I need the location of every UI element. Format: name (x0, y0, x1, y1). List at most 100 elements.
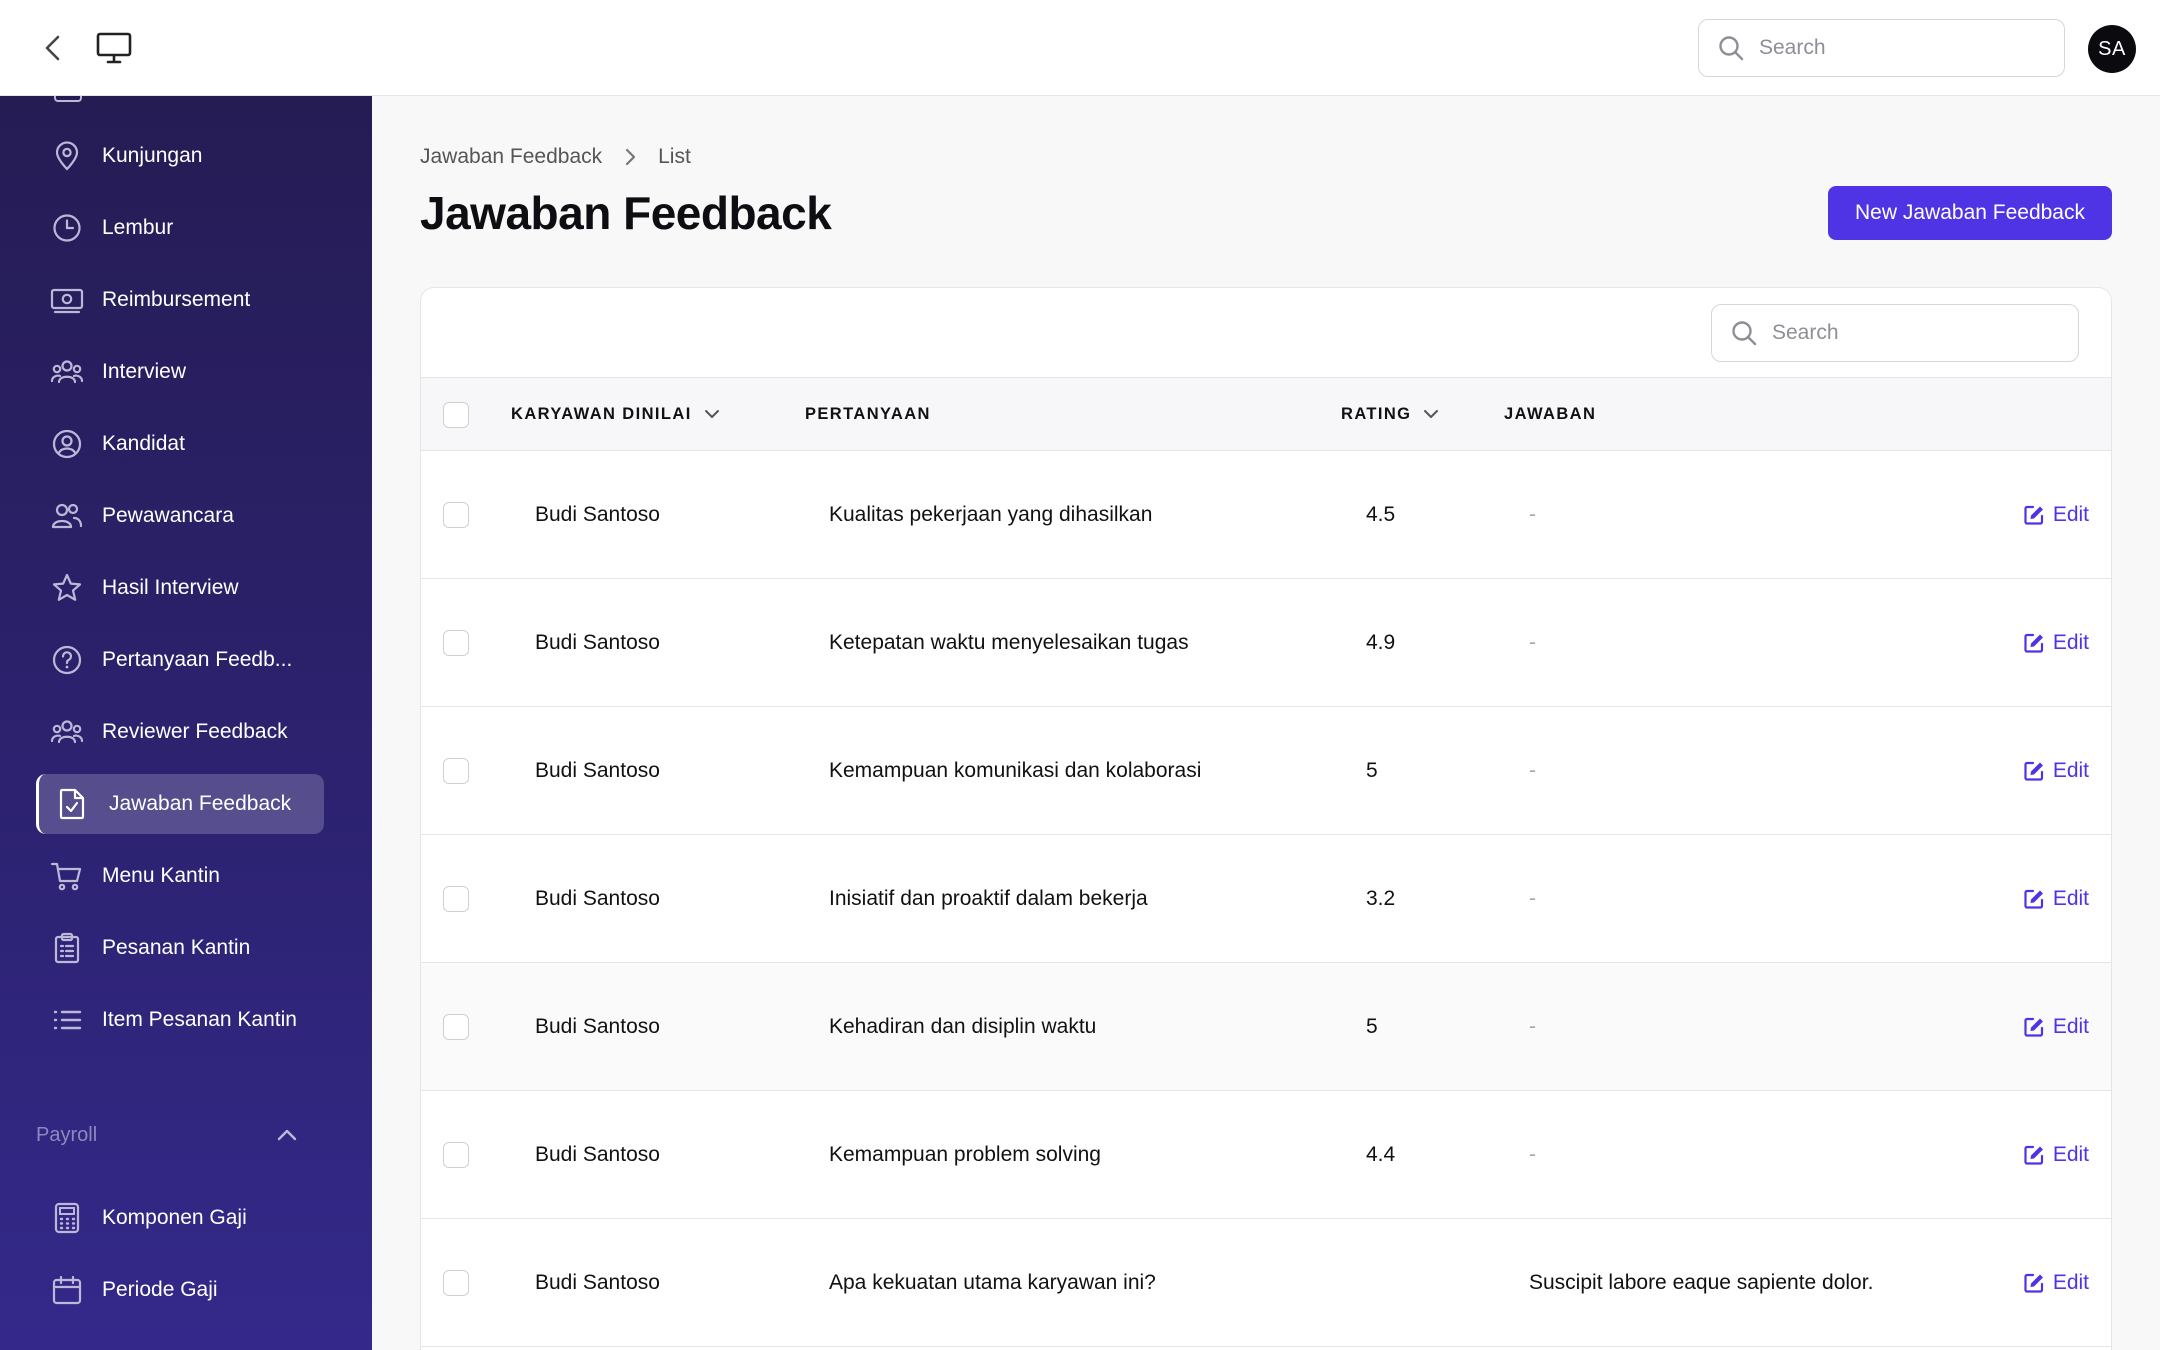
breadcrumb-parent-link[interactable]: Jawaban Feedback (420, 145, 602, 169)
sidebar-item-label: Kunjungan (102, 144, 203, 167)
pencil-square-icon (2023, 1016, 2045, 1038)
row-checkbox[interactable] (443, 502, 469, 528)
avatar[interactable]: SA (2088, 25, 2136, 73)
cell-jawaban: - (1529, 1014, 1536, 1038)
sidebar-item-reviewer-feedback[interactable]: Reviewer Feedback (36, 702, 324, 762)
column-header-jawaban: JAWABAN (1504, 378, 1596, 450)
row-checkbox[interactable] (443, 1014, 469, 1040)
cell-pertanyaan: Kemampuan komunikasi dan kolaborasi (829, 758, 1202, 782)
breadcrumb: Jawaban Feedback List (420, 145, 691, 169)
chevron-down-icon (704, 409, 720, 419)
cell-pertanyaan: Kemampuan problem solving (829, 1142, 1101, 1166)
desktop-view-button[interactable] (94, 28, 134, 68)
cell-rating: 5 (1366, 758, 1378, 782)
sidebar-item-periode-gaji[interactable]: Periode Gaji (36, 1260, 324, 1320)
table-row[interactable]: Budi Santoso Kehadiran dan disiplin wakt… (421, 963, 2111, 1091)
new-jawaban-feedback-button[interactable]: New Jawaban Feedback (1828, 186, 2112, 240)
cell-jawaban: - (1529, 630, 1536, 654)
edit-button[interactable]: Edit (2023, 1091, 2089, 1218)
sidebar-item-kandidat[interactable]: Kandidat (36, 414, 324, 474)
edit-button[interactable]: Edit (2023, 1219, 2089, 1346)
pencil-square-icon (2023, 760, 2045, 782)
sidebar-item-pesanan-kantin[interactable]: Pesanan Kantin (36, 918, 324, 978)
sidebar-item-pertanyaan-feedback[interactable]: Pertanyaan Feedb... (36, 630, 324, 690)
row-checkbox[interactable] (443, 886, 469, 912)
sidebar-item-label: Pesanan Kantin (102, 936, 251, 959)
row-checkbox[interactable] (443, 758, 469, 784)
table-header: KARYAWAN DINILAI PERTANYAAN RATING JAWAB… (421, 377, 2111, 451)
edit-label: Edit (2052, 1270, 2089, 1294)
table-search-input[interactable] (1772, 321, 2052, 345)
cell-jawaban: - (1529, 758, 1536, 782)
sidebar-item-reimbursement[interactable]: Reimbursement (36, 270, 324, 330)
sidebar-group-payroll[interactable]: Payroll (36, 1120, 298, 1150)
edit-button[interactable]: Edit (2023, 835, 2089, 962)
table-row[interactable]: Budi Santoso Kemampuan problem solving 4… (421, 1091, 2111, 1219)
sidebar-item-lembur[interactable]: Lembur (36, 198, 324, 258)
edit-label: Edit (2052, 886, 2089, 910)
sidebar-item-label: Item Pesanan Kantin (102, 1008, 297, 1031)
cell-jawaban: - (1529, 502, 1536, 526)
sidebar-item-label: Hasil Interview (102, 576, 239, 599)
cell-karyawan: Budi Santoso (535, 502, 660, 526)
select-all-checkbox[interactable] (443, 402, 469, 428)
cell-karyawan: Budi Santoso (535, 1014, 660, 1038)
edit-button[interactable]: Edit (2023, 451, 2089, 578)
clock-icon (50, 211, 84, 245)
column-header-rating[interactable]: RATING (1341, 378, 1439, 450)
sidebar-item-interview[interactable]: Interview (36, 342, 324, 402)
users-icon (50, 499, 84, 533)
calendar-icon (50, 1273, 84, 1307)
table-row[interactable]: Budi Santoso Kualitas pekerjaan yang dih… (421, 451, 2111, 579)
table-row[interactable]: Budi Santoso Inisiatif dan proaktif dala… (421, 835, 2111, 963)
sidebar-item-label: Interview (102, 360, 187, 383)
column-header-karyawan-dinilai[interactable]: KARYAWAN DINILAI (511, 378, 720, 450)
global-search[interactable] (1698, 19, 2065, 77)
sidebar-item-komponen-gaji[interactable]: Komponen Gaji (36, 1188, 324, 1248)
sidebar-item-jawaban-feedback[interactable]: Jawaban Feedback (36, 774, 324, 834)
sidebar-item-label: Komponen Gaji (102, 1206, 247, 1229)
cell-rating: 5 (1366, 1014, 1378, 1038)
column-header-label: PERTANYAAN (805, 404, 931, 423)
partial-nav-icon (54, 96, 82, 102)
top-bar: SA (0, 0, 2160, 96)
chevron-up-icon (277, 1129, 297, 1141)
cell-pertanyaan: Apa kekuatan utama karyawan ini? (829, 1270, 1156, 1294)
column-header-label: RATING (1341, 404, 1412, 423)
edit-label: Edit (2052, 1014, 2089, 1038)
sidebar-item-label: Periode Gaji (102, 1278, 218, 1301)
sidebar-item-item-pesanan-kantin[interactable]: Item Pesanan Kantin (36, 990, 324, 1050)
sidebar-item-menu-kantin[interactable]: Menu Kantin (36, 846, 324, 906)
edit-button[interactable]: Edit (2023, 963, 2089, 1090)
column-header-pertanyaan: PERTANYAAN (805, 378, 931, 450)
cell-pertanyaan: Kehadiran dan disiplin waktu (829, 1014, 1097, 1038)
cell-jawaban: - (1529, 886, 1536, 910)
banknote-icon (50, 283, 84, 317)
cell-rating: 4.9 (1366, 630, 1396, 654)
sidebar-item-pewawancara[interactable]: Pewawancara (36, 486, 324, 546)
back-button[interactable] (36, 30, 70, 66)
table-row[interactable]: Budi Santoso Ketepatan waktu menyelesaik… (421, 579, 2111, 707)
cell-pertanyaan: Ketepatan waktu menyelesaikan tugas (829, 630, 1189, 654)
sidebar-item-kunjungan[interactable]: Kunjungan (36, 126, 324, 186)
edit-button[interactable]: Edit (2023, 707, 2089, 834)
row-checkbox[interactable] (443, 630, 469, 656)
row-checkbox[interactable] (443, 1270, 469, 1296)
chevron-left-icon (45, 35, 60, 61)
table-row[interactable]: Budi Santoso Kemampuan komunikasi dan ko… (421, 707, 2111, 835)
edit-label: Edit (2052, 630, 2089, 654)
sidebar-item-hasil-interview[interactable]: Hasil Interview (36, 558, 324, 618)
global-search-input[interactable] (1759, 36, 2039, 60)
edit-button[interactable]: Edit (2023, 579, 2089, 706)
cell-pertanyaan: Inisiatif dan proaktif dalam bekerja (829, 886, 1148, 910)
cell-rating: 3.2 (1366, 886, 1396, 910)
pencil-square-icon (2023, 1144, 2045, 1166)
user-group-icon (50, 715, 84, 749)
pencil-square-icon (2023, 632, 2045, 654)
search-icon (1719, 36, 1744, 61)
table-row[interactable]: Budi Santoso Apa kekuatan utama karyawan… (421, 1219, 2111, 1347)
cell-karyawan: Budi Santoso (535, 758, 660, 782)
table-search[interactable] (1711, 304, 2079, 362)
sidebar-item-label: Jawaban Feedback (109, 792, 292, 815)
row-checkbox[interactable] (443, 1142, 469, 1168)
